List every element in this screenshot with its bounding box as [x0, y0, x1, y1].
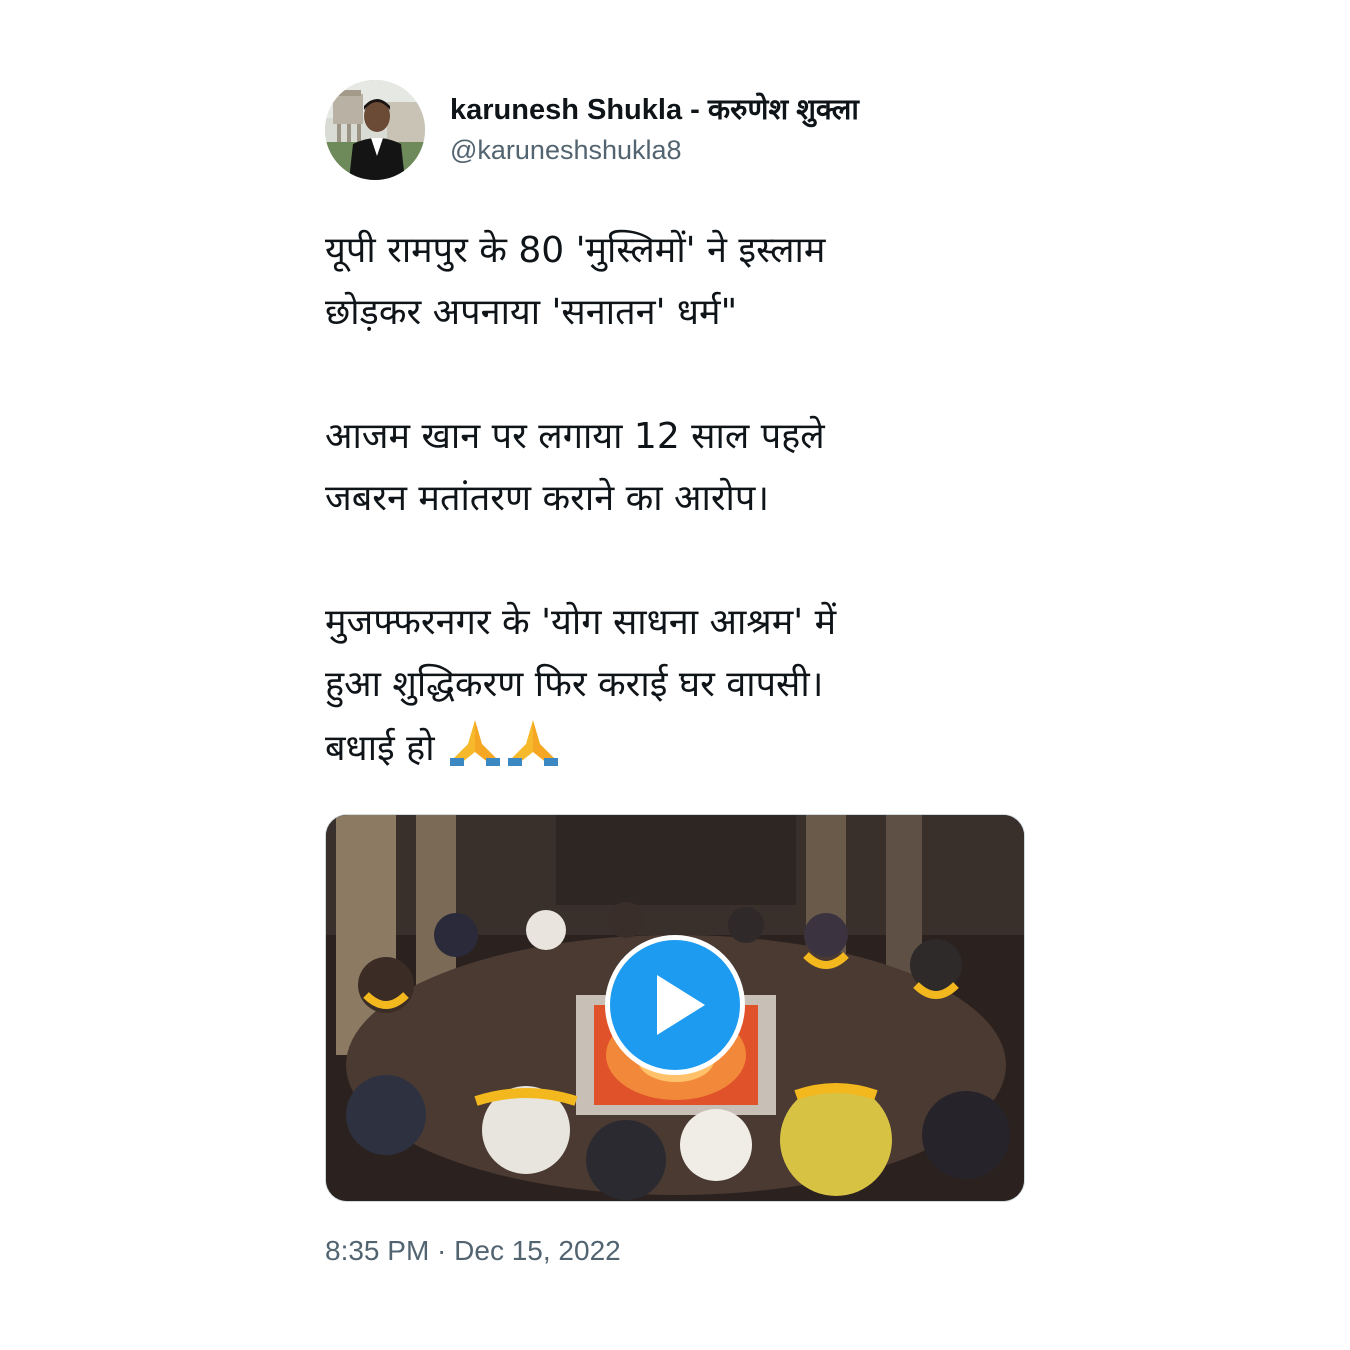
author-names: karunesh Shukla - करुणेश शुक्ला @karunes…	[450, 92, 859, 168]
play-button[interactable]	[605, 935, 745, 1075]
folded-hands-emoji	[508, 720, 559, 766]
tweet-text-line: बधाई हो	[325, 728, 435, 769]
avatar-photo	[325, 80, 425, 180]
tweet-text-line: हुआ शुद्धिकरण फिर कराई घर वापसी।	[325, 664, 824, 705]
tweet-text-last-line: बधाई हो	[325, 716, 1025, 780]
tweet-card: karunesh Shukla - करुणेश शुक्ला @karunes…	[325, 80, 1025, 1266]
avatar[interactable]	[325, 80, 425, 180]
tweet-text-line: जबरन मतांतरण कराने का आरोप।	[325, 478, 769, 519]
folded-hands-emoji	[450, 720, 501, 766]
tweet-text-line: छोड़कर अपनाया 'सनातन' धर्म"	[325, 292, 738, 333]
play-icon	[657, 975, 705, 1035]
tweet-text-line: आजम खान पर लगाया 12 साल पहले	[325, 416, 825, 457]
tweet-header: karunesh Shukla - करुणेश शुक्ला @karunes…	[325, 80, 1025, 180]
video-thumbnail[interactable]	[325, 814, 1025, 1202]
author-display-name[interactable]: karunesh Shukla - करुणेश शुक्ला	[450, 92, 859, 128]
author-handle[interactable]: @karuneshshukla8	[450, 132, 859, 168]
tweet-timestamp[interactable]: 8:35 PM · Dec 15, 2022	[325, 1233, 621, 1269]
tweet-text-line: मुजफ्फरनगर के 'योग साधना आश्रम' में	[325, 602, 837, 643]
tweet-text-line: यूपी रामपुर के 80 'मुस्लिमों' ने इस्लाम	[325, 230, 826, 271]
tweet-text: यूपी रामपुर के 80 'मुस्लिमों' ने इस्लाम …	[325, 220, 1025, 780]
